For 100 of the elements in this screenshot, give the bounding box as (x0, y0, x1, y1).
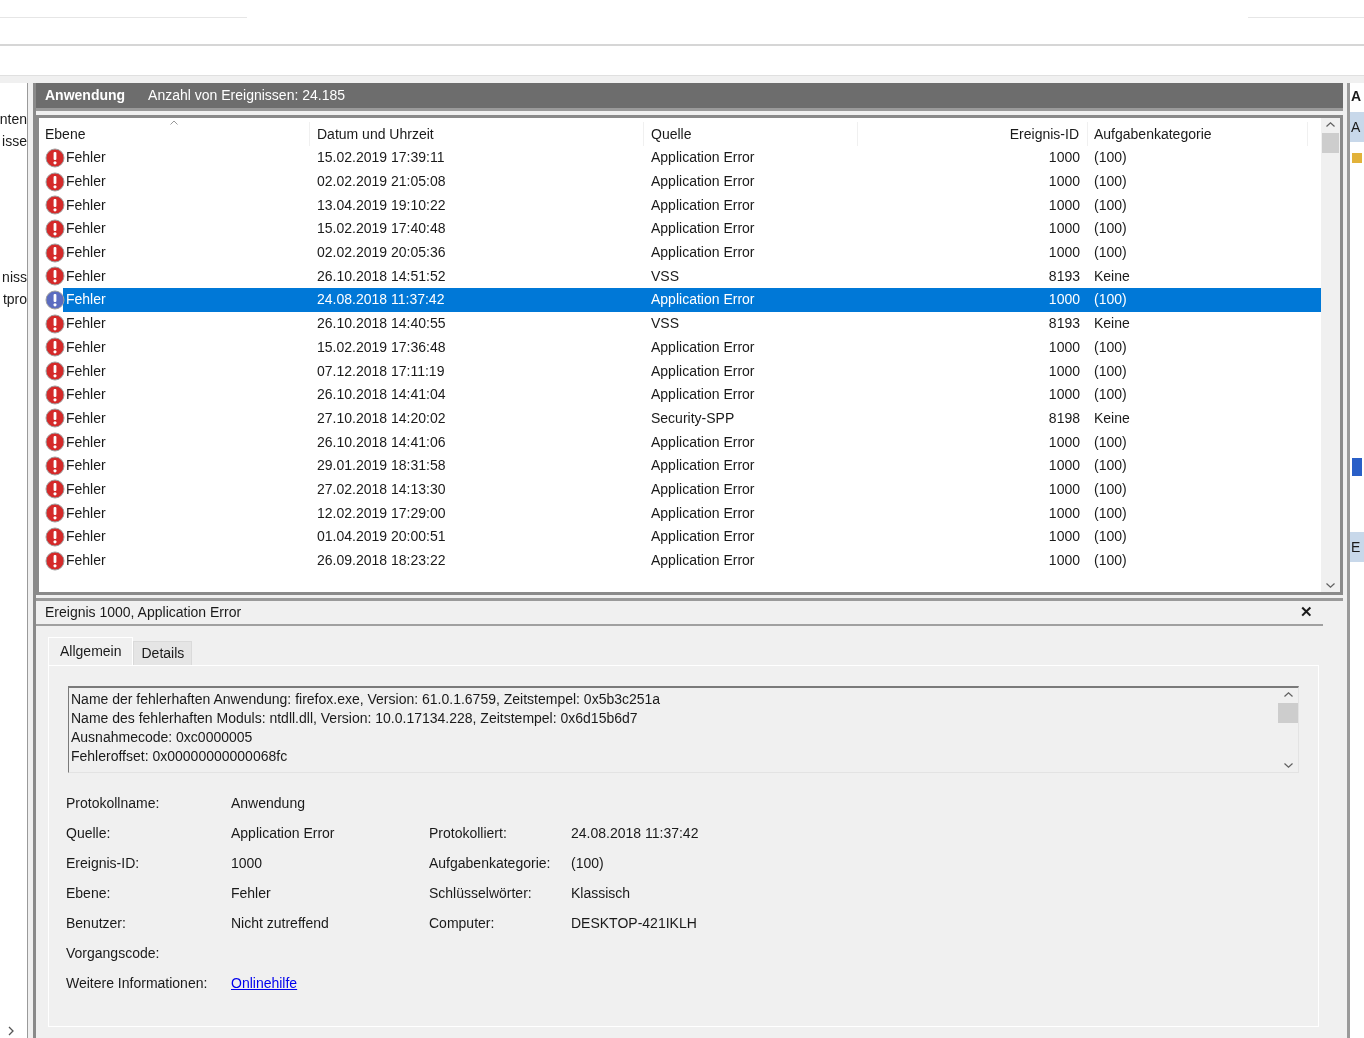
pane-title: A (1350, 87, 1363, 106)
tab[interactable]: Details (133, 641, 193, 665)
section-header[interactable]: E (1350, 532, 1364, 562)
error-icon (45, 408, 65, 429)
table-cell-text: 07.12.2018 17:11:19 (317, 361, 445, 381)
table-cell-text: Application Error (651, 479, 755, 499)
error-icon (45, 195, 65, 216)
table-cell-text: Fehler (66, 266, 106, 286)
table-cell-text: (100) (1094, 456, 1127, 476)
table-cell-text: 27.02.2018 14:13:30 (317, 479, 446, 499)
table-cell-text: 8193 (1048, 266, 1080, 286)
field-label: Protokollname: (66, 794, 161, 813)
tab[interactable]: Allgemein (48, 637, 134, 665)
table-cell-text: (100) (1094, 432, 1127, 452)
table-cell-text: 26.10.2018 14:41:06 (317, 432, 446, 452)
table-cell-text: 15.02.2019 17:39:11 (317, 148, 445, 168)
error-icon (45, 289, 65, 310)
table-cell-text: 1000 (1048, 385, 1080, 405)
table-cell-text: Security-SPP (651, 408, 735, 428)
table-cell-text: Keine (1094, 314, 1130, 334)
expand-icon[interactable] (8, 1026, 14, 1036)
table-cell-text: Fehler (66, 219, 106, 239)
table-cell-text: 1000 (1048, 148, 1080, 168)
field-value: 24.08.2018 11:37:42 (571, 824, 700, 843)
scroll-up-icon[interactable] (1326, 122, 1335, 127)
table-cell-text: Keine (1094, 266, 1130, 286)
error-icon (45, 503, 65, 524)
field-label: Schlüsselwörter: (429, 884, 533, 903)
field-label: Vorgangscode: (66, 944, 161, 963)
table-cell-text: Application Error (651, 219, 755, 239)
table-cell-text: Fehler (66, 172, 106, 192)
log-title: Anwendung (45, 86, 126, 105)
selected-row[interactable]: Fehler 24.08.2018 11:37:42 Application Error 1000 (100) (63, 288, 1321, 312)
table-cell-text: (100) (1094, 385, 1127, 405)
scroll-down-icon[interactable] (1326, 583, 1335, 588)
section-header[interactable]: A (1350, 112, 1364, 142)
table-cell-text: Fehler (66, 243, 106, 263)
table-cell-text: (100) (1094, 219, 1127, 239)
field-label: Quelle: (66, 824, 112, 843)
help-link[interactable]: Onlinehilfe (231, 973, 298, 994)
error-icon (45, 266, 65, 287)
close-button[interactable]: ✕ (1300, 601, 1313, 624)
field-label: Computer: (429, 914, 496, 933)
field-label: Benutzer: (66, 914, 127, 933)
table-cell-text: Application Error (651, 432, 755, 452)
column-header[interactable]: Quelle (644, 122, 858, 146)
error-icon (45, 313, 65, 334)
table-cell-text: Application Error (651, 290, 755, 310)
event-count: Anzahl von Ereignissen: 24.185 (148, 86, 346, 105)
tree-item[interactable]: niss (0, 267, 27, 289)
scroll-up-icon[interactable] (1283, 692, 1293, 697)
column-header[interactable]: Datum und Uhrzeit (310, 122, 644, 146)
error-icon (45, 361, 65, 382)
field-value: 1000 (231, 854, 264, 873)
table-cell-text: 1000 (1048, 290, 1080, 310)
error-icon (45, 171, 65, 192)
table-cell-text: Fehler (66, 503, 106, 523)
table-cell-text: Application Error (651, 337, 755, 357)
table-cell-text: (100) (1094, 503, 1127, 523)
field-label: Protokolliert: (429, 824, 508, 843)
table-cell-text: Application Error (651, 172, 755, 192)
table-cell-text: 1000 (1048, 479, 1080, 499)
table-cell-text: (100) (1094, 337, 1127, 357)
tree-item[interactable]: nten (0, 109, 27, 131)
field-label: Weitere Informationen: (66, 974, 209, 993)
table-cell-text: 1000 (1048, 172, 1080, 192)
table-cell-text: Application Error (651, 148, 755, 168)
event-title: Ereignis 1000, Application Error (45, 603, 242, 622)
error-icon (45, 479, 65, 500)
table-cell-text: 01.04.2019 20:00:51 (317, 527, 446, 547)
table-cell-text: Application Error (651, 385, 755, 405)
table-cell-text: 24.08.2018 11:37:42 (317, 290, 445, 310)
table-cell-text: 26.10.2018 14:41:04 (317, 385, 446, 405)
scrollbar-thumb[interactable] (1322, 133, 1339, 153)
field-value: (100) (571, 854, 605, 873)
error-icon (45, 432, 65, 453)
table-cell-text: Fehler (66, 337, 106, 357)
table-cell-text: 26.10.2018 14:40:55 (317, 314, 446, 334)
column-header[interactable]: Ereignis-ID (858, 122, 1088, 146)
scrollbar-thumb[interactable] (1278, 703, 1298, 723)
error-icon (45, 550, 65, 571)
column-header[interactable]: Aufgabenkategorie (1088, 122, 1308, 146)
table-cell-text: (100) (1094, 361, 1127, 381)
column-header[interactable]: Ebene (39, 122, 310, 146)
table-cell-text: Application Error (651, 456, 755, 476)
error-icon (45, 242, 65, 263)
table-cell-text: 12.02.2019 17:29:00 (317, 503, 446, 523)
table-cell-text: (100) (1094, 479, 1127, 499)
table-cell-text: (100) (1094, 243, 1127, 263)
table-cell-text: Application Error (651, 361, 755, 381)
table-cell-text: 8198 (1048, 408, 1080, 428)
tree-item[interactable]: isse (0, 131, 27, 153)
scroll-down-icon[interactable] (1283, 763, 1293, 768)
table-cell-text: (100) (1094, 148, 1127, 168)
scrollbar[interactable] (1321, 118, 1340, 592)
table-cell-text: VSS (651, 266, 679, 286)
event-message: Name der fehlerhaften Anwendung: firefox.exe, Version: 61.0.1.6759, Zeitstempel: 0x5b3c251a Name des fehlerhaften Moduls: ntdll.dll, Version: 10.0.17134.228, Zeitstempel: 0x6d15b6d7 Ausnahmecode: 0xc0000005 Fehleroffset: 0x00000000000068fc (70, 690, 662, 766)
table-cell-text: Application Error (651, 503, 755, 523)
table-cell-text: Fehler (66, 432, 106, 452)
tree-item[interactable]: tpro (0, 289, 27, 311)
